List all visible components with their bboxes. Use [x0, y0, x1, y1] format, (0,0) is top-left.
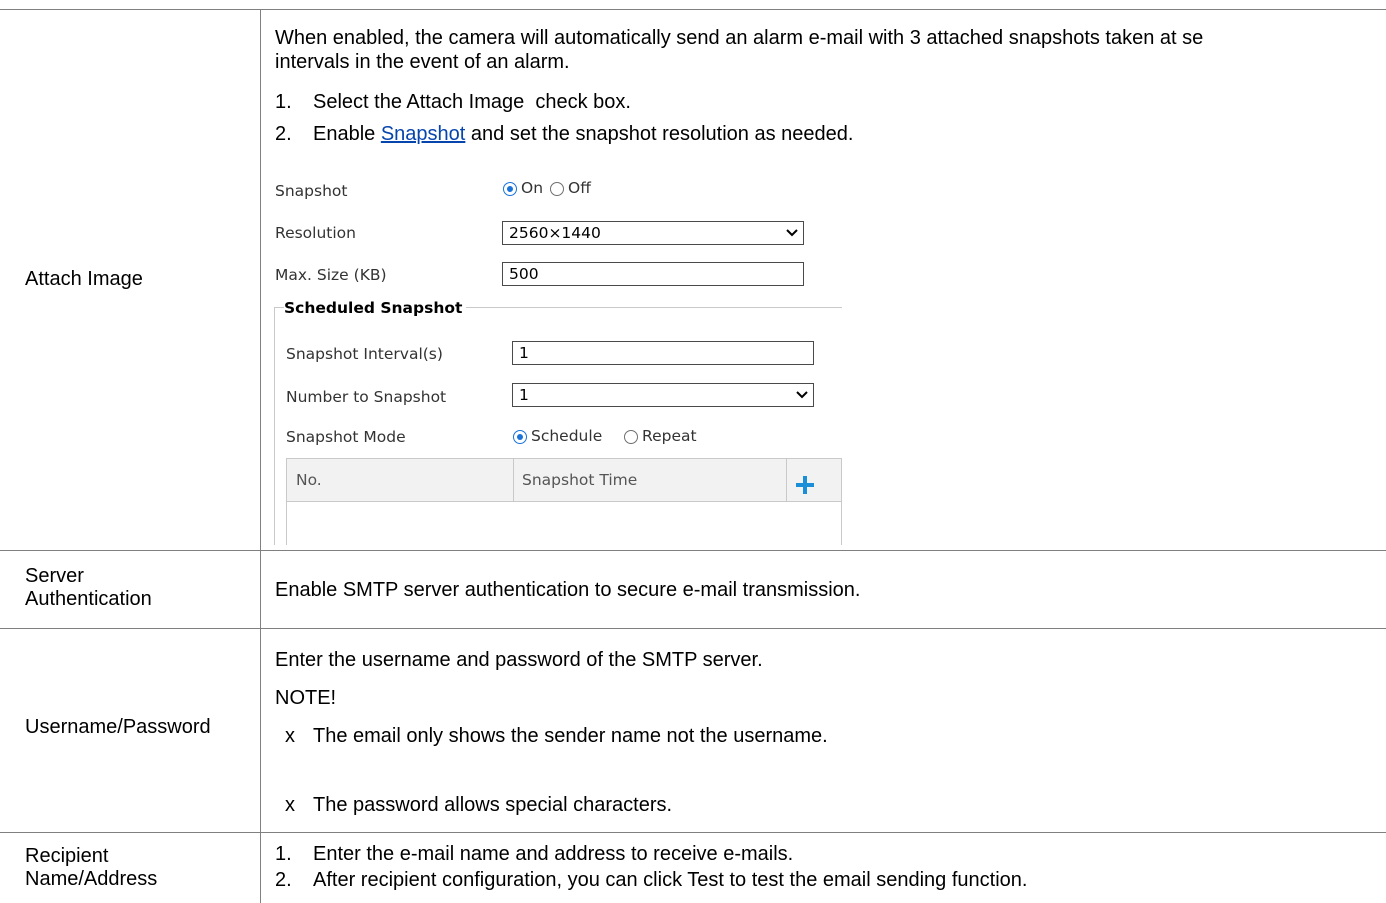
- server-authentication-text: Enable SMTP server authentication to sec…: [275, 579, 861, 601]
- snapshot-off-label: Off: [568, 179, 591, 197]
- note-heading: NOTE!: [275, 687, 337, 709]
- step-text-after-link: and set the snapshot resolution as neede…: [465, 123, 854, 145]
- username-password-label: Username/Password: [25, 716, 211, 738]
- recipient-label: Recipient Name/Address: [25, 845, 157, 891]
- note-bullet-2: x The password allows special characters.: [285, 793, 672, 817]
- schedule-label: Schedule: [531, 427, 603, 445]
- resolution-label: Resolution: [275, 224, 356, 242]
- table-header-no: No.: [296, 471, 322, 489]
- snapshot-interval-label: Snapshot Interval(s): [286, 345, 443, 363]
- schedule-radio[interactable]: [513, 430, 527, 444]
- bullet-text: The email only shows the sender name not…: [313, 725, 828, 747]
- step-text: Select the Attach Image check box.: [313, 91, 631, 113]
- repeat-radio[interactable]: [624, 430, 638, 444]
- label-line: Server: [25, 565, 84, 587]
- resolution-value: 2560×1440: [509, 224, 601, 242]
- label-line: Authentication: [25, 588, 152, 610]
- chevron-down-icon: [786, 229, 798, 237]
- snapshot-interval-value: 1: [519, 344, 529, 362]
- table-column-divider: [786, 459, 787, 501]
- step-number: 1.: [275, 91, 292, 113]
- label-line: Name/Address: [25, 868, 158, 890]
- max-size-label: Max. Size (KB): [275, 266, 387, 284]
- snapshot-interval-input[interactable]: 1: [512, 341, 814, 365]
- recipient-step-2: 2. After recipient configuration, you can…: [275, 868, 1027, 892]
- bullet-text: The password allows special characters.: [313, 794, 673, 816]
- note-bullet-1: x The email only shows the sender name no…: [285, 724, 828, 748]
- group-border-left: [274, 307, 275, 545]
- add-icon[interactable]: [795, 475, 815, 495]
- server-authentication-label: Server Authentication: [25, 565, 152, 611]
- max-size-value: 500: [509, 265, 539, 283]
- row-divider: [0, 550, 1386, 551]
- snapshot-off-radio[interactable]: [550, 182, 564, 196]
- recipient-step-1: 1. Enter the e-mail name and address to r…: [275, 842, 793, 866]
- attach-image-description-line2: intervals in the event of an alarm.: [275, 51, 570, 73]
- snapshot-on-radio[interactable]: [503, 182, 517, 196]
- step-number: 2.: [275, 123, 292, 145]
- number-to-snapshot-value: 1: [519, 386, 529, 404]
- label-line: Recipient: [25, 845, 109, 867]
- snapshot-on-label: On: [521, 179, 544, 197]
- step-number: 1.: [275, 843, 292, 865]
- step-text-before-link: Enable: [313, 123, 381, 145]
- scheduled-snapshot-title: Scheduled Snapshot: [284, 299, 467, 317]
- repeat-label: Repeat: [642, 427, 697, 445]
- step-text: Enter the e-mail name and address to rec…: [313, 843, 794, 865]
- snapshot-label: Snapshot: [275, 182, 348, 200]
- resolution-select[interactable]: 2560×1440: [502, 221, 804, 245]
- max-size-input[interactable]: 500: [502, 262, 804, 286]
- attach-image-step-2: 2. Enable Snapshot and set the snapshot r…: [275, 122, 853, 146]
- table-top-rule: [0, 9, 1386, 10]
- snapshot-mode-label: Snapshot Mode: [286, 428, 406, 446]
- number-to-snapshot-label: Number to Snapshot: [286, 388, 447, 406]
- chevron-down-icon: [796, 391, 808, 399]
- snapshot-settings-screenshot: Snapshot On Off Resolution 2560×1440 Max…: [270, 152, 842, 545]
- attach-image-step-1: 1. Select the Attach Image check box.: [275, 90, 631, 114]
- bullet-marker: x: [285, 725, 295, 747]
- number-to-snapshot-select[interactable]: 1: [512, 383, 814, 407]
- table-column-divider: [513, 459, 514, 501]
- bullet-marker: x: [285, 794, 295, 816]
- row-divider: [0, 832, 1386, 833]
- step-text: After recipient configuration, you can c…: [313, 869, 1028, 891]
- attach-image-description-line1: When enabled, the camera will automatica…: [275, 27, 1204, 49]
- column-divider: [260, 9, 261, 903]
- snapshot-time-table: No. Snapshot Time: [286, 458, 842, 545]
- snapshot-link[interactable]: Snapshot: [381, 123, 466, 145]
- username-password-text: Enter the username and password of the S…: [275, 649, 763, 671]
- step-number: 2.: [275, 869, 292, 891]
- table-header-snapshot-time: Snapshot Time: [522, 471, 638, 489]
- attach-image-label: Attach Image: [25, 268, 143, 290]
- row-divider: [0, 628, 1386, 629]
